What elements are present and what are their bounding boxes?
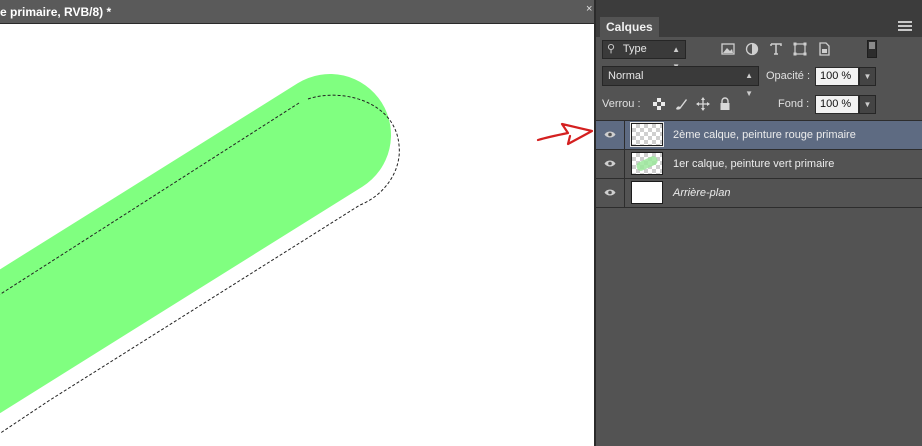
panel-menu-icon[interactable]	[898, 21, 914, 33]
annotation-arrow	[536, 122, 594, 146]
fill-input[interactable]: 100 %	[815, 95, 859, 114]
layer-thumbnail	[631, 181, 663, 204]
layer-filter-select[interactable]: ⚲ Type ▲▼	[602, 40, 686, 71]
lock-position-icon[interactable]	[696, 97, 710, 111]
document-canvas[interactable]	[0, 24, 594, 446]
image-filter-icon[interactable]	[720, 41, 736, 57]
layer-name: Arrière-plan	[673, 187, 731, 199]
opacity-input[interactable]: 100 %	[815, 67, 859, 86]
opacity-slider-button[interactable]: ▼	[859, 67, 876, 86]
layer-visibility-toggle[interactable]	[596, 121, 625, 149]
lock-transparency-icon[interactable]	[652, 97, 666, 111]
smart-object-filter-icon[interactable]	[816, 41, 832, 57]
eye-icon	[604, 131, 616, 138]
document-tab-title: e primaire, RVB/8) *	[0, 5, 112, 19]
layer-row-2eme-calque[interactable]: 2ème calque, peinture rouge primaire	[596, 121, 922, 150]
filter-toggle-switch[interactable]	[867, 40, 877, 58]
green-paint-stroke	[0, 74, 391, 414]
layer-row-1er-calque[interactable]: 1er calque, peinture vert primaire	[596, 150, 922, 179]
fill-label: Fond :	[778, 98, 810, 110]
lock-label: Verrou :	[602, 98, 641, 110]
fill-slider-button[interactable]: ▼	[859, 95, 876, 114]
eye-icon	[604, 189, 616, 196]
eye-icon	[604, 160, 616, 167]
layer-visibility-toggle[interactable]	[596, 150, 625, 178]
lock-all-icon[interactable]	[718, 97, 732, 111]
document-tab[interactable]: e primaire, RVB/8) * ×	[0, 0, 594, 24]
lock-pixels-icon[interactable]	[674, 97, 688, 111]
layers-panel: Calques ⚲ Type ▲▼ Normal ▲▼ Opacité : 10…	[594, 0, 922, 446]
layer-name: 2ème calque, peinture rouge primaire	[673, 129, 856, 141]
layer-thumbnail	[631, 152, 663, 175]
type-filter-icon[interactable]	[768, 41, 784, 57]
blend-mode-select[interactable]: Normal ▲ ▼	[602, 66, 759, 98]
layers-list: 2ème calque, peinture rouge primaire 1er…	[596, 120, 922, 208]
chevron-updown-icon: ▲▼	[745, 71, 753, 98]
layer-visibility-toggle[interactable]	[596, 179, 625, 207]
blend-mode-value: Normal	[608, 70, 644, 82]
layer-thumbnail	[630, 122, 664, 147]
search-icon: ⚲	[607, 43, 616, 55]
paint-stroke-layer	[0, 74, 400, 434]
adjustment-filter-icon[interactable]	[744, 41, 760, 57]
layer-row-arriere-plan[interactable]: Arrière-plan	[596, 179, 922, 208]
shape-filter-icon[interactable]	[792, 41, 808, 57]
opacity-label: Opacité :	[766, 70, 811, 82]
panel-dock-strip	[596, 0, 922, 17]
layer-name: 1er calque, peinture vert primaire	[673, 158, 835, 170]
tab-layers[interactable]: Calques	[600, 17, 659, 37]
layer-filter-value: Type	[622, 43, 647, 55]
